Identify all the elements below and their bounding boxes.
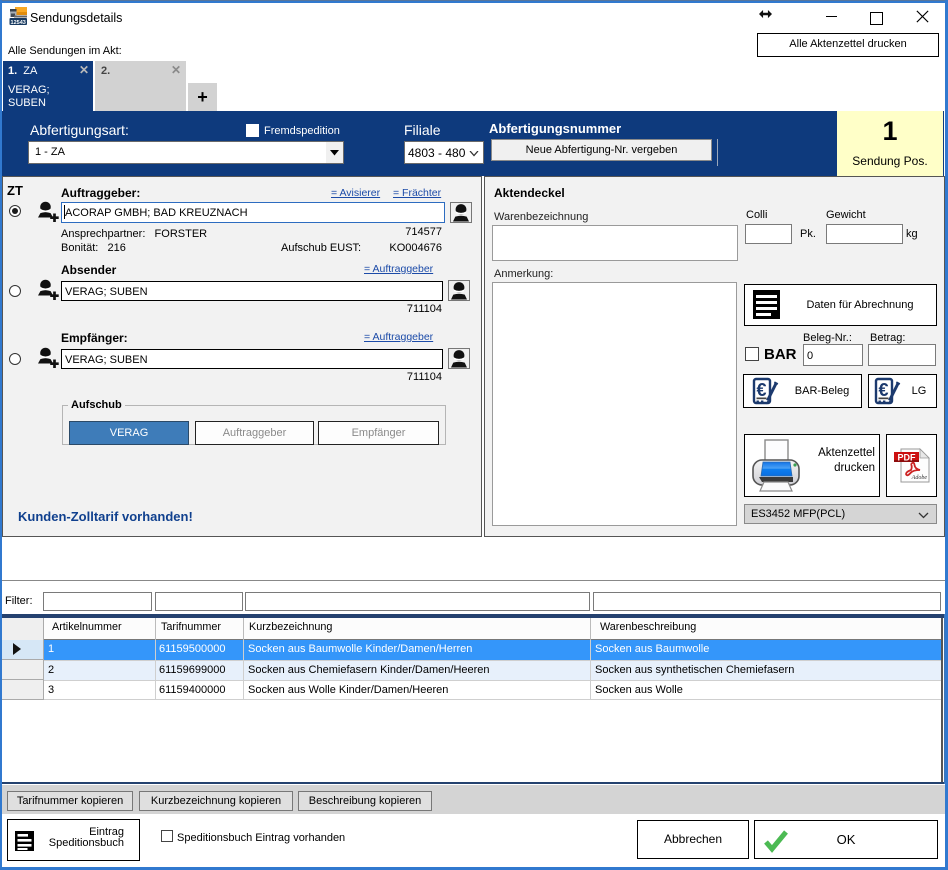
svg-text:€: € (756, 380, 766, 400)
svg-text:Adobe: Adobe (911, 475, 928, 481)
svg-text:12543: 12543 (11, 20, 26, 26)
svg-text:PDF: PDF (898, 453, 917, 463)
svg-text:€: € (878, 380, 888, 400)
